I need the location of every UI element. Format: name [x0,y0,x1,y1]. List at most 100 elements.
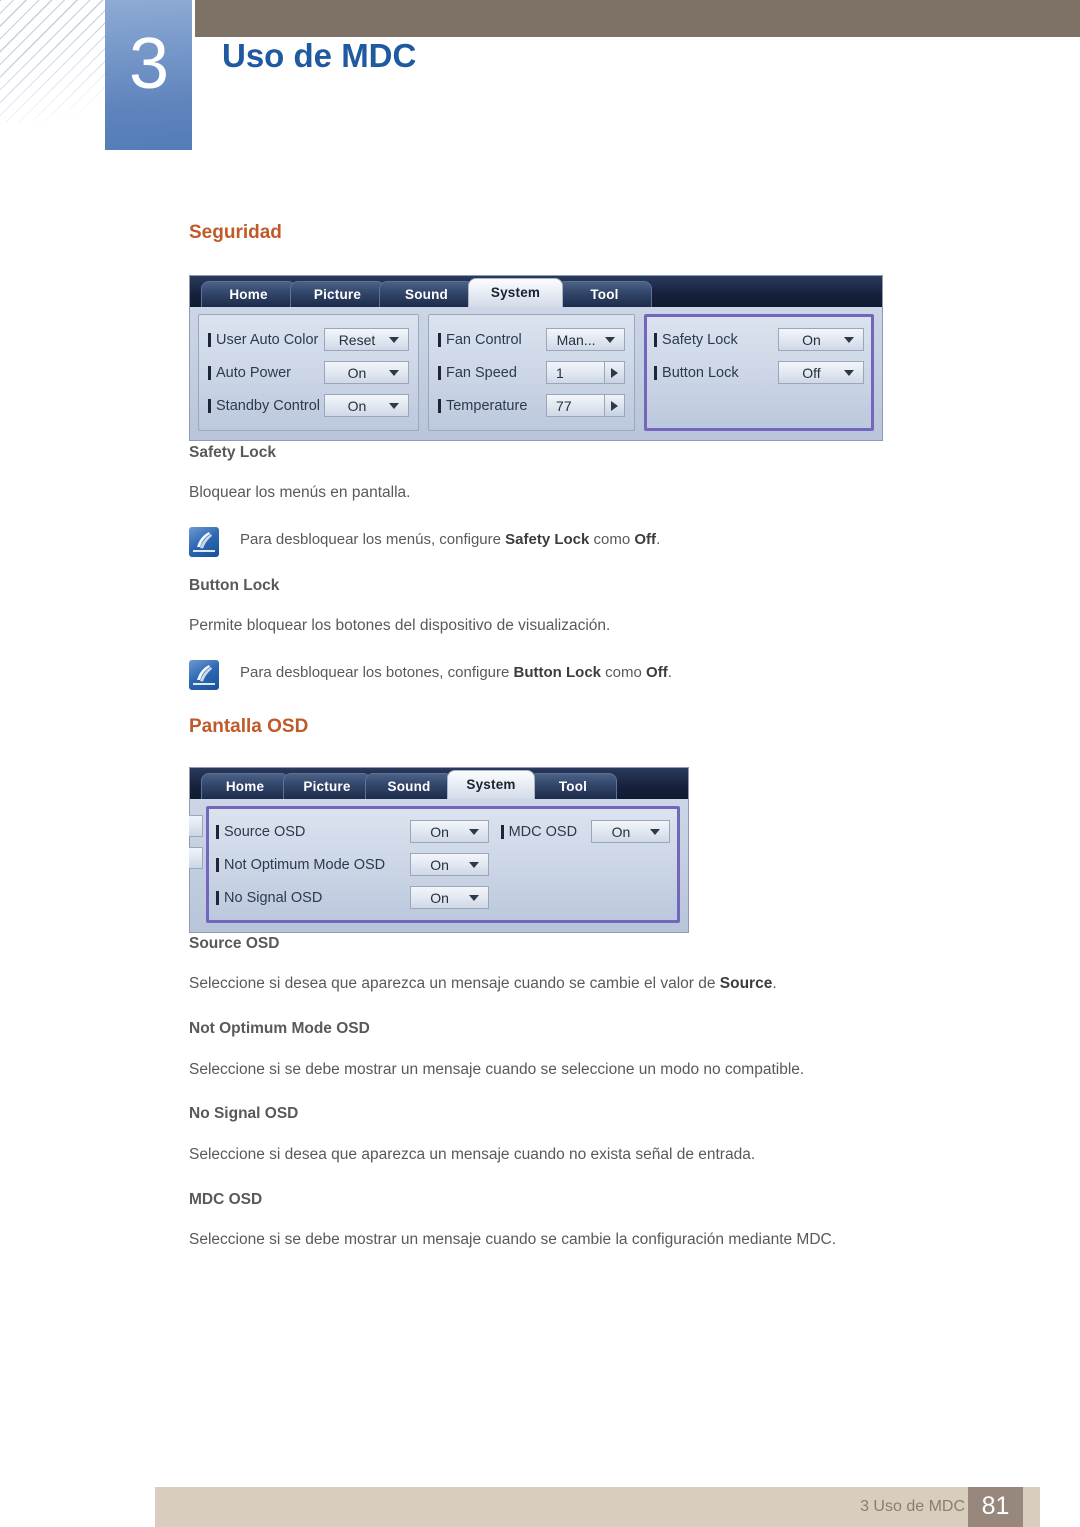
setting-label: Fan Speed [437,365,517,381]
chevron-down-icon [844,369,854,376]
note-bold-setting: Button Lock [513,664,602,681]
note-prefix: Para desbloquear los menús, configure [240,531,506,548]
footer-label: 3 Uso de MDC [860,1498,965,1515]
setting-row-mdc-osd[interactable]: MDC OSD On [500,815,670,848]
tab-system[interactable]: System [447,770,535,799]
spinner-increment-button[interactable] [604,362,625,383]
setting-label: Not Optimum Mode OSD [216,857,385,873]
chevron-down-icon [844,336,854,343]
note-text: Para desbloquear los menús, configure Sa… [240,531,660,548]
tab-home[interactable]: Home [201,773,289,799]
dropdown-button-lock[interactable]: Off [778,361,864,384]
description-no-signal-osd: Seleccione si desea que aparezca un mens… [189,1146,756,1163]
description-safety-lock: Bloquear los menús en pantalla. [189,484,411,501]
setting-row-button-lock[interactable]: Button Lock Off [654,356,864,389]
dropdown-mdc-osd[interactable]: On [591,820,670,843]
tab-system[interactable]: System [468,278,563,307]
tab-tool[interactable]: Tool [557,281,652,307]
description-not-optimum-mode-osd: Seleccione si se debe mostrar un mensaje… [189,1061,805,1078]
setting-label: User Auto Color [208,332,318,348]
setting-row-auto-power[interactable]: Auto Power On [208,356,409,389]
mdc-system-panel-seguridad[interactable]: Home Picture Sound System Tool User Auto… [189,275,883,441]
spinner-temperature[interactable]: 77 [546,394,626,417]
page-number-badge: 81 [968,1487,1023,1527]
footer-bar: 3 Uso de MDC [155,1487,1040,1527]
header-brown-bar [195,0,1080,37]
mdc-panel-body: Source OSD On Not Optimum Mode OSD On No… [189,799,688,932]
chapter-title: Uso de MDC [222,37,417,74]
section-heading-pantalla-osd: Pantalla OSD [189,716,309,737]
tab-picture[interactable]: Picture [290,281,385,307]
dropdown-value: On [430,889,449,906]
setting-row-temperature[interactable]: Temperature 77 [437,389,626,422]
dropdown-value: Off [802,364,821,381]
setting-label: MDC OSD [500,824,577,840]
bullet-icon [500,824,504,839]
chevron-down-icon [468,861,479,868]
clipped-control-bottom[interactable] [189,847,203,869]
dropdown-value: On [430,856,449,873]
note-mid: como [601,664,647,681]
setting-row-source-osd[interactable]: Source OSD On [216,815,489,848]
setting-row-standby-control[interactable]: Standby Control On [208,389,409,422]
clipped-controls-column [189,806,206,923]
chevron-down-icon [468,894,479,901]
dropdown-value: On [802,331,821,348]
bullet-icon [216,857,219,872]
tab-sound[interactable]: Sound [365,773,453,799]
description-mdc-osd: Seleccione si se debe mostrar un mensaje… [189,1231,837,1248]
note-bold-value: Off [634,531,657,548]
note-suffix: . [656,531,661,548]
note-prefix: Para desbloquear los botones, configure [240,664,514,681]
spinner-increment-button[interactable] [604,395,625,416]
dropdown-auto-power[interactable]: On [323,361,409,384]
setting-row-not-optimum-mode-osd[interactable]: Not Optimum Mode OSD On [216,848,489,881]
setting-row-no-signal-osd[interactable]: No Signal OSD On [216,881,489,914]
dropdown-safety-lock[interactable]: On [778,328,864,351]
setting-label-text: User Auto Color [216,331,319,348]
settings-group-osd-highlighted: Source OSD On Not Optimum Mode OSD On No… [206,806,680,923]
tab-picture[interactable]: Picture [283,773,371,799]
dropdown-not-optimum-mode-osd[interactable]: On [409,853,489,876]
mdc-tab-bar[interactable]: Home Picture Sound System Tool [190,768,688,799]
osd-left-column: Source OSD On Not Optimum Mode OSD On No… [216,815,489,914]
dropdown-source-osd[interactable]: On [409,820,489,843]
bullet-icon [437,365,441,380]
dropdown-no-signal-osd[interactable]: On [409,886,489,909]
bullet-icon [437,398,441,413]
setting-row-safety-lock[interactable]: Safety Lock On [654,323,864,356]
subheading-mdc-osd: MDC OSD [189,1191,263,1208]
dropdown-user-auto-color[interactable]: Reset [323,328,409,351]
bullet-icon [654,332,658,347]
dropdown-fan-control[interactable]: Man... [546,328,626,351]
note-quill-icon [189,660,219,690]
setting-label-text: Auto Power [216,364,291,381]
dropdown-value: On [347,364,367,381]
setting-row-user-auto-color[interactable]: User Auto Color Reset [208,323,409,356]
setting-label: Source OSD [216,824,305,840]
setting-label-text: Temperature [445,397,528,414]
settings-group-fan: Fan Control Man... Fan Speed 1 Temperatu… [427,314,636,431]
decorative-hatch-pattern [0,0,122,122]
chevron-down-icon [388,402,399,409]
setting-label: Fan Control [437,331,522,348]
chevron-down-icon [388,369,399,376]
setting-label-text: Fan Control [445,331,522,348]
subheading-not-optimum-mode-osd: Not Optimum Mode OSD [189,1020,370,1037]
mdc-system-panel-osd[interactable]: Home Picture Sound System Tool Source OS… [189,767,689,933]
chevron-down-icon [388,336,399,343]
setting-label: Standby Control [208,398,320,414]
chevron-down-icon [605,336,616,343]
tab-home[interactable]: Home [201,281,296,307]
dropdown-standby-control[interactable]: On [323,394,409,417]
dropdown-value: Reset [338,331,376,348]
tab-sound[interactable]: Sound [379,281,474,307]
description-button-lock: Permite bloquear los botones del disposi… [189,617,611,634]
setting-row-fan-speed[interactable]: Fan Speed 1 [437,356,626,389]
setting-row-fan-control[interactable]: Fan Control Man... [437,323,626,356]
tab-tool[interactable]: Tool [529,773,617,799]
arrow-right-icon [611,400,619,411]
spinner-fan-speed[interactable]: 1 [546,361,626,384]
clipped-control-top[interactable] [189,815,203,837]
mdc-tab-bar[interactable]: Home Picture Sound System Tool [190,276,882,307]
